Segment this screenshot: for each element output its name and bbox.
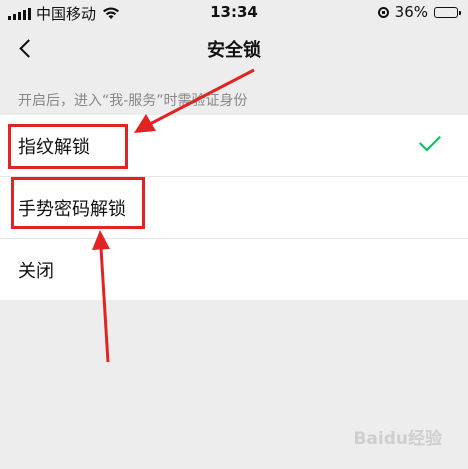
watermark: Baidu经验 (353, 429, 442, 449)
status-right: 36% (377, 3, 461, 21)
rotation-lock-icon (377, 6, 389, 18)
battery-icon (434, 6, 461, 18)
hint-text: 开启后，进入“我-服务”时需验证身份 (18, 93, 248, 109)
check-icon (419, 129, 441, 152)
annotation-box-fingerprint (8, 124, 128, 169)
battery-percent: 36% (394, 3, 428, 21)
nav-bar: 安全锁 (0, 26, 468, 70)
option-off[interactable]: 关闭 (0, 239, 468, 300)
annotation-box-gesture (11, 177, 145, 229)
status-bar: 中国移动 13:34 36% (0, 0, 468, 26)
page-title: 安全锁 (207, 40, 261, 61)
option-label: 关闭 (18, 261, 54, 282)
